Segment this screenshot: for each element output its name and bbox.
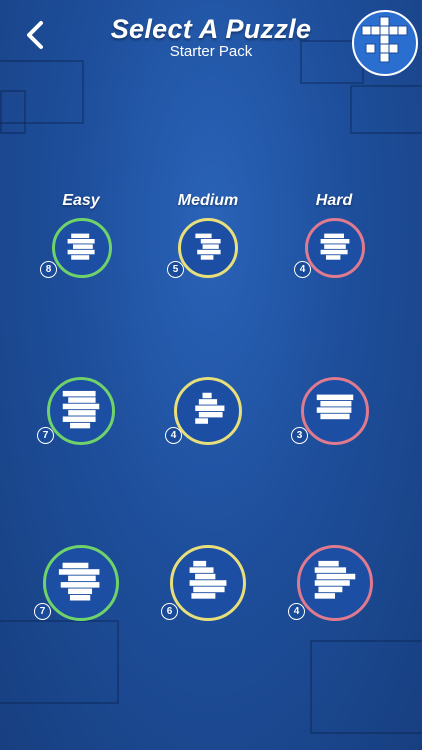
- puzzle-medium-2[interactable]: [174, 377, 242, 445]
- background-grid: [350, 85, 422, 134]
- column-header-easy: Easy: [62, 192, 100, 209]
- crossword-thumbnail: [195, 233, 221, 260]
- crossword-thumbnail: [62, 390, 100, 429]
- puzzle-count-badge: 8: [40, 261, 57, 278]
- crossword-thumbnail: [189, 560, 227, 599]
- start-crossword-logo: [352, 10, 418, 76]
- puzzle-hard-1[interactable]: [305, 218, 365, 278]
- background-grid: [0, 620, 119, 704]
- puzzle-hard-3[interactable]: [297, 545, 373, 621]
- crossword-thumbnail: [320, 233, 350, 260]
- background-grid: [0, 90, 26, 134]
- puzzle-count-badge: 4: [294, 261, 311, 278]
- puzzle-easy-2[interactable]: [47, 377, 115, 445]
- puzzle-count-badge: 7: [37, 427, 54, 444]
- crossword-thumbnail: [195, 392, 225, 424]
- puzzle-medium-1[interactable]: [178, 218, 238, 278]
- column-header-hard: Hard: [315, 192, 353, 209]
- puzzle-count-badge: 4: [165, 427, 182, 444]
- column-header-medium: Medium: [177, 192, 239, 209]
- puzzle-count-badge: 7: [34, 603, 51, 620]
- puzzle-count-badge: 4: [288, 603, 305, 620]
- background-grid: [310, 640, 422, 734]
- crossword-thumbnail: [67, 233, 95, 260]
- puzzle-easy-1[interactable]: [52, 218, 112, 278]
- puzzle-medium-3[interactable]: [170, 545, 246, 621]
- puzzle-count-badge: 5: [167, 261, 184, 278]
- puzzle-count-badge: 6: [161, 603, 178, 620]
- crossword-thumbnail: [316, 394, 354, 420]
- puzzle-count-badge: 3: [291, 427, 308, 444]
- puzzle-hard-2[interactable]: [301, 377, 369, 445]
- crossword-thumbnail: [314, 560, 356, 599]
- puzzle-easy-3[interactable]: [43, 545, 119, 621]
- crossword-thumbnail: [58, 562, 100, 601]
